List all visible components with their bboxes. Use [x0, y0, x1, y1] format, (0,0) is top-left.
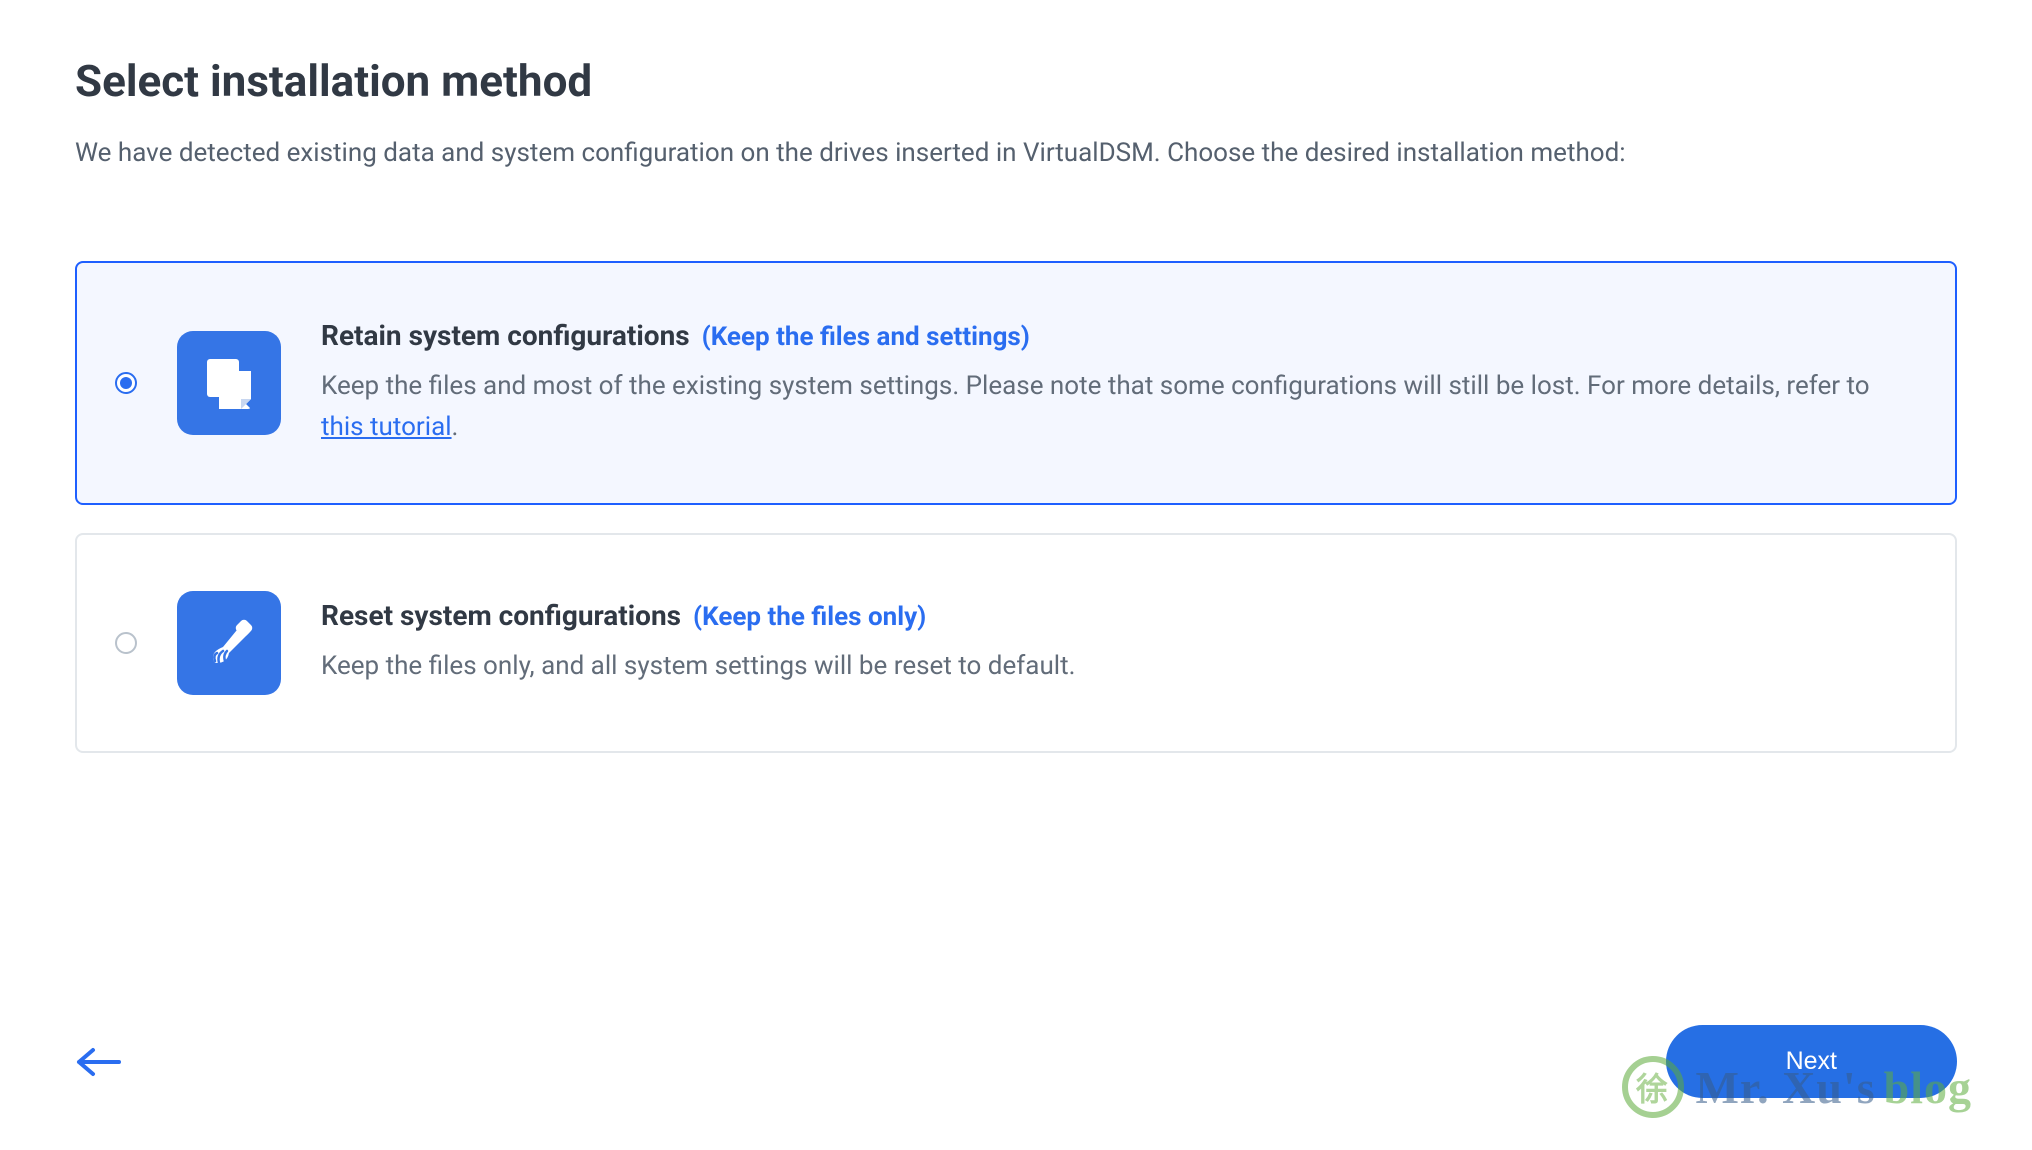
option-retain-desc: Keep the files and most of the existing … [321, 366, 1905, 447]
option-retain[interactable]: Retain system configurations (Keep the f… [75, 261, 1957, 505]
option-reset-content: Reset system configurations (Keep the fi… [321, 599, 1905, 686]
next-button[interactable]: Next [1666, 1025, 1957, 1098]
retain-icon [177, 331, 281, 435]
option-reset-desc: Keep the files only, and all system sett… [321, 646, 1905, 686]
option-retain-title: Retain system configurations [321, 319, 690, 352]
radio-retain[interactable] [115, 372, 137, 394]
back-button[interactable] [75, 1044, 123, 1080]
option-reset-hint: (Keep the files only) [693, 602, 926, 632]
radio-reset[interactable] [115, 632, 137, 654]
option-reset[interactable]: Reset system configurations (Keep the fi… [75, 533, 1957, 753]
option-retain-hint: (Keep the files and settings) [702, 322, 1030, 352]
reset-icon [177, 591, 281, 695]
option-retain-desc-post: . [452, 412, 459, 442]
page-title: Select installation method [75, 55, 1957, 107]
page-subtitle: We have detected existing data and syste… [75, 135, 1957, 171]
option-retain-desc-pre: Keep the files and most of the existing … [321, 371, 1870, 401]
option-reset-title: Reset system configurations [321, 599, 681, 632]
tutorial-link[interactable]: this tutorial [321, 412, 452, 442]
option-retain-content: Retain system configurations (Keep the f… [321, 319, 1905, 447]
